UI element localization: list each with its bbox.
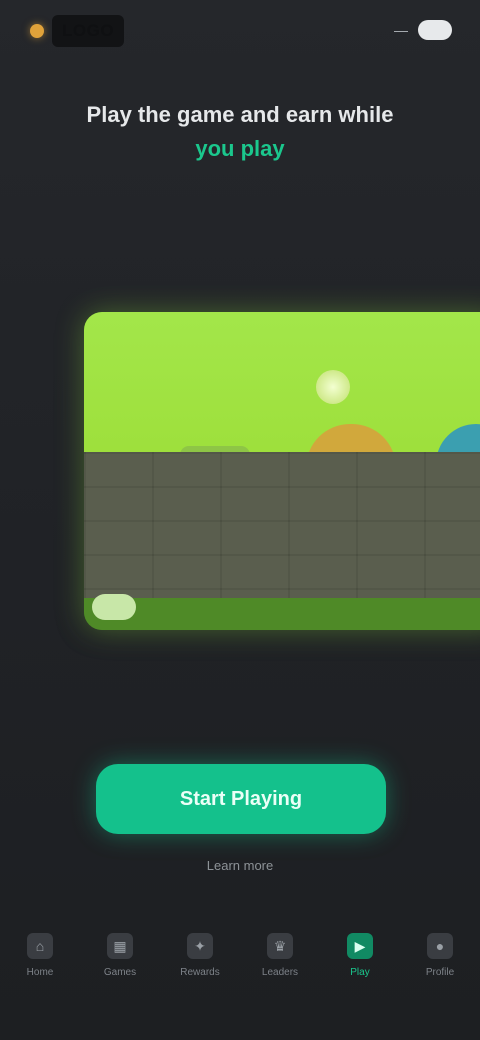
app-logo[interactable]: LOGO <box>30 14 140 48</box>
nav-item-profile[interactable]: ● Profile <box>410 933 470 1003</box>
user-icon: ● <box>427 933 453 959</box>
nav-item-rewards[interactable]: ✦ Rewards <box>170 933 230 1003</box>
sun-icon <box>316 370 350 404</box>
nav-label: Play <box>350 967 370 978</box>
headline-accent: you play <box>195 136 285 161</box>
start-playing-button[interactable]: Start Playing <box>96 764 386 834</box>
nav-label: Rewards <box>180 967 220 978</box>
nav-label: Profile <box>425 967 455 978</box>
page-headline: Play the game and earn while you play <box>40 98 440 166</box>
game-field-grid <box>84 452 480 602</box>
nav-item-games[interactable]: ▦ Games <box>90 933 150 1003</box>
top-bar: LOGO — <box>0 0 480 64</box>
game-ground <box>84 598 480 630</box>
home-icon: ⌂ <box>27 933 53 959</box>
nav-label: Leaders <box>261 967 299 978</box>
nav-label: Home <box>26 967 54 978</box>
grid-icon: ▦ <box>107 933 133 959</box>
status-area: — <box>394 20 452 40</box>
nav-item-home[interactable]: ⌂ Home <box>10 933 70 1003</box>
headline-line: Play the game and earn while <box>86 102 394 127</box>
app-root: LOGO — Play the game and earn while you … <box>0 0 480 1040</box>
bottom-navigation: ⌂ Home ▦ Games ✦ Rewards ♛ Leaders ▶ Pla… <box>0 918 480 1018</box>
gift-icon: ✦ <box>187 933 213 959</box>
status-toggle[interactable] <box>418 20 452 40</box>
learn-more-link[interactable]: Learn more <box>180 858 300 873</box>
play-icon: ▶ <box>347 933 373 959</box>
nav-item-leaders[interactable]: ♛ Leaders <box>250 933 310 1003</box>
status-time: — <box>394 22 408 38</box>
trophy-icon: ♛ <box>267 933 293 959</box>
game-preview-card[interactable] <box>84 312 480 630</box>
nav-label: Games <box>103 967 137 978</box>
nav-item-play[interactable]: ▶ Play <box>330 933 390 1003</box>
logo-text: LOGO <box>52 15 125 47</box>
game-ball-icon <box>92 594 136 620</box>
game-sky <box>84 312 480 452</box>
logo-mark-icon <box>30 24 44 38</box>
